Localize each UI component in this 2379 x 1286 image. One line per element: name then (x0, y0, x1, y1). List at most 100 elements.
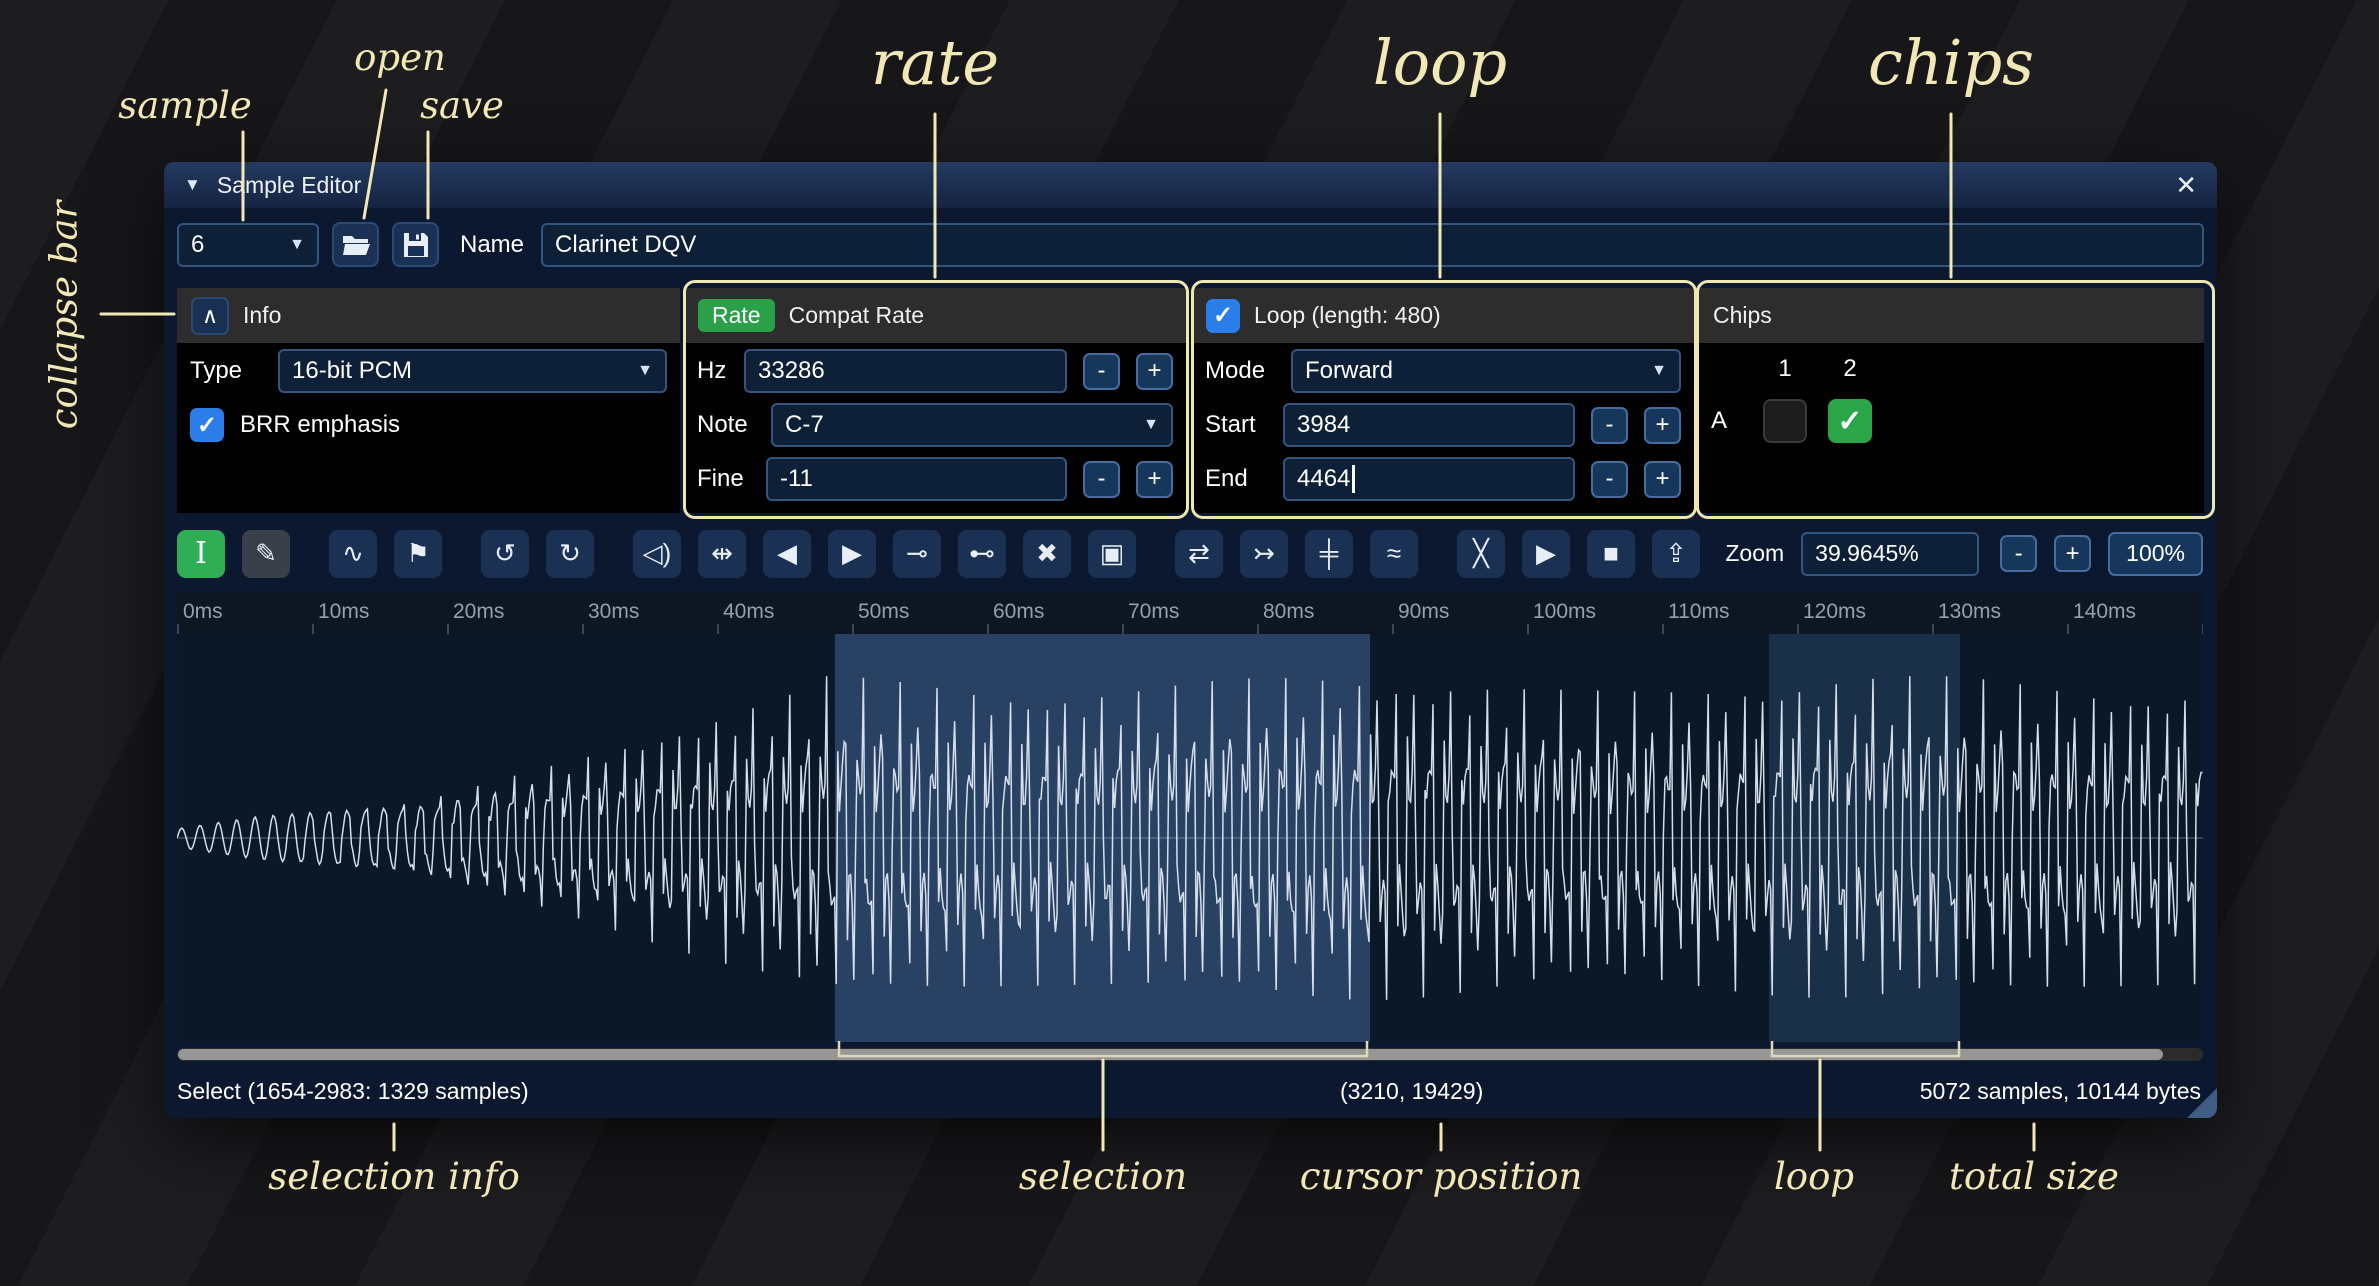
annotation-save: save (420, 84, 504, 127)
ruler-label: 30ms (588, 600, 639, 624)
ruler-label: 100ms (1533, 600, 1596, 624)
save-icon (403, 232, 429, 258)
crop-button[interactable]: ▣ (1088, 530, 1136, 578)
chevron-down-icon: ▼ (289, 236, 305, 254)
name-value: Clarinet DQV (555, 231, 696, 259)
ruler-tick (1392, 624, 1394, 634)
ruler-label: 140ms (2073, 600, 2136, 624)
annotation-open: open (354, 36, 446, 79)
nudge-right-button[interactable]: ▶ (828, 530, 876, 578)
sample-number-value: 6 (191, 231, 204, 259)
status-bar: Select (1654-2983: 1329 samples) (3210, … (164, 1064, 2217, 1118)
ruler[interactable]: 0ms10ms20ms30ms40ms50ms60ms70ms80ms90ms1… (177, 592, 2203, 634)
titlebar[interactable]: ▼ Sample Editor ✕ (164, 162, 2217, 208)
reverse-button[interactable]: ⇄ (1175, 530, 1223, 578)
ruler-label: 70ms (1128, 600, 1179, 624)
draw-tool-button[interactable]: ✎ (242, 530, 290, 578)
waveform-view[interactable] (177, 634, 2203, 1042)
ruler-label: 90ms (1398, 600, 1449, 624)
brr-emphasis-label: BRR emphasis (240, 411, 400, 439)
annotation-collapse-bar: collapse bar (43, 201, 86, 430)
info-panel-header: ∧ Info (177, 288, 680, 343)
brr-emphasis-checkbox[interactable]: ✓ (190, 408, 224, 442)
annotation-outline-chips (1696, 280, 2215, 519)
nudge-left-button[interactable]: ◀ (763, 530, 811, 578)
stop-button[interactable]: ■ (1587, 530, 1635, 578)
resize-handle[interactable] (2187, 1088, 2217, 1118)
window-title: Sample Editor (217, 172, 361, 199)
annotation-outline-loop (1191, 280, 1697, 519)
ruler-label: 0ms (183, 600, 223, 624)
name-input[interactable]: Clarinet DQV (541, 223, 2204, 267)
ruler-tick (1797, 624, 1799, 634)
ruler-tick (2067, 624, 2069, 634)
volume-button[interactable]: ◁) (633, 530, 681, 578)
play-button[interactable]: ▶ (1522, 530, 1570, 578)
collapse-triangle-icon[interactable]: ▼ (184, 175, 201, 195)
annotation-loop: loop (1373, 26, 1507, 99)
shift-sample-button[interactable]: ↣ (1240, 530, 1288, 578)
annotation-total-size: total size (1949, 1155, 2119, 1198)
folder-icon (341, 233, 371, 257)
ruler-tick (987, 624, 989, 634)
zoom-label: Zoom (1725, 540, 1784, 567)
crossfade-button[interactable]: ╳ (1457, 530, 1505, 578)
chevron-down-icon: ▼ (637, 362, 653, 380)
horizontal-scrollbar[interactable] (177, 1048, 2203, 1061)
close-icon[interactable]: ✕ (2175, 170, 2197, 201)
type-select[interactable]: 16-bit PCM ▼ (278, 349, 667, 393)
annotation-chips: chips (1868, 26, 2034, 99)
zoom-in-button[interactable]: + (2054, 535, 2091, 572)
ruler-tick (177, 624, 179, 634)
wave-flag-button[interactable]: ⚑ (394, 530, 442, 578)
chevron-up-icon: ∧ (202, 303, 218, 329)
ruler-label: 80ms (1263, 600, 1314, 624)
screenshot-stage: ▼ Sample Editor ✕ 6 ▼ (0, 0, 2379, 1286)
ruler-tick (1662, 624, 1664, 634)
info-panel: ∧ Info Type 16-bit PCM ▼ ✓ BRR emphasis (177, 288, 680, 513)
wave-marker-button[interactable]: ∿ (329, 530, 377, 578)
selection-start-button[interactable]: ⊸ (893, 530, 941, 578)
waveform-plot (177, 634, 2203, 1042)
resample-button[interactable]: ≈ (1370, 530, 1418, 578)
ruler-tick (2202, 624, 2203, 634)
ruler-label: 110ms (1668, 600, 1729, 624)
scrollbar-thumb[interactable] (178, 1049, 2163, 1060)
save-button[interactable] (392, 222, 439, 267)
type-value: 16-bit PCM (292, 357, 412, 385)
annotation-sample: sample (118, 84, 252, 127)
total-size-text: 5072 samples, 10144 bytes (1920, 1064, 2201, 1118)
name-label: Name (460, 231, 524, 259)
name-row: 6 ▼ Name Clarinet DQV (164, 208, 2217, 281)
info-panel-body: Type 16-bit PCM ▼ ✓ BRR emphasis (177, 343, 680, 513)
ruler-tick (312, 624, 314, 634)
insert-silence-button[interactable]: ╪ (1305, 530, 1353, 578)
annotation-loop-bottom: loop (1774, 1155, 1854, 1198)
ruler-tick (1257, 624, 1259, 634)
annotation-cursor-position: cursor position (1300, 1155, 1583, 1198)
cursor-position-text: (3210, 19429) (1340, 1064, 1483, 1118)
type-label: Type (190, 357, 278, 385)
zoom-reset-button[interactable]: 100% (2108, 532, 2203, 576)
redo-button[interactable]: ↻ (546, 530, 594, 578)
ruler-tick (1527, 624, 1529, 634)
collapse-bar-button[interactable]: ∧ (191, 297, 229, 335)
annotation-selection-info: selection info (268, 1155, 520, 1198)
selection-end-button[interactable]: ⊷ (958, 530, 1006, 578)
select-tool-button[interactable]: I (177, 530, 225, 578)
delete-button[interactable]: ✖ (1023, 530, 1071, 578)
ruler-tick (1932, 624, 1934, 634)
annotation-selection: selection (1019, 1155, 1187, 1198)
toolbar: I ✎ ∿ ⚑ ↺ ↻ ◁) ⇹ ◀ ▶ ⊸ ⊷ ✖ ▣ ⇄ ↣ ╪ ≈ ╳ ▶ ■ ⇪ Zoom 39.9645% - +… (177, 526, 2203, 581)
zoom-out-button[interactable]: - (2000, 535, 2037, 572)
pan-view-button[interactable]: ⇹ (698, 530, 746, 578)
undo-button[interactable]: ↺ (481, 530, 529, 578)
annotation-outline-rate (683, 280, 1189, 519)
ruler-label: 40ms (723, 600, 774, 624)
sample-number-select[interactable]: 6 ▼ (177, 223, 319, 267)
zoom-input[interactable]: 39.9645% (1801, 532, 1979, 576)
export-button[interactable]: ⇪ (1652, 530, 1700, 578)
open-button[interactable] (332, 222, 379, 267)
ruler-tick (1122, 624, 1124, 634)
annotation-rate: rate (871, 26, 999, 99)
